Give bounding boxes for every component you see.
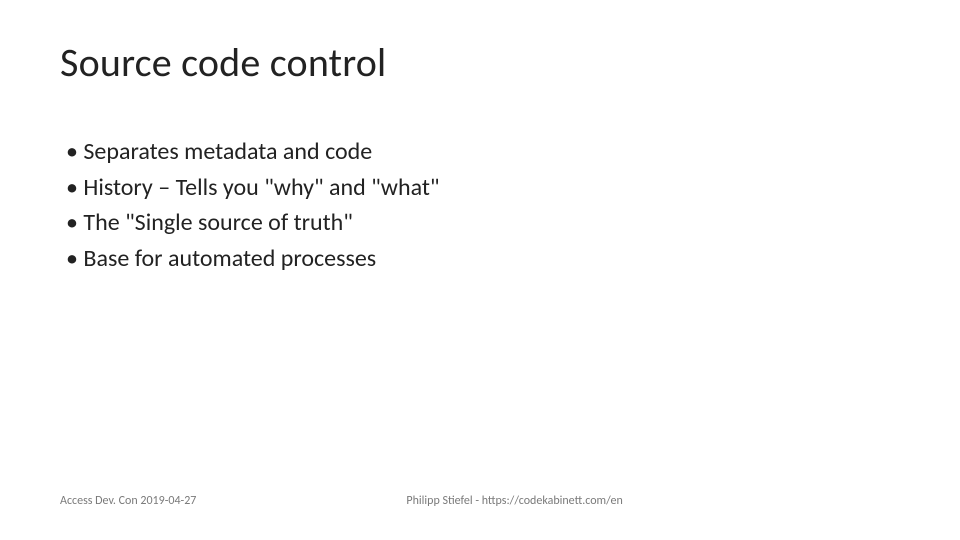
bullet-item: Separates metadata and code <box>66 135 900 169</box>
footer-right: Philipp Stiefel - https://codekabinett.c… <box>406 494 622 508</box>
slide: Source code control Separates metadata a… <box>0 0 960 540</box>
footer-left: Access Dev. Con 2019-04-27 <box>60 494 196 508</box>
footer: Access Dev. Con 2019-04-27 Philipp Stief… <box>60 494 900 508</box>
bullet-item: History – Tells you "why" and "what" <box>66 171 900 205</box>
slide-title: Source code control <box>60 38 900 87</box>
bullet-item: The "Single source of truth" <box>66 206 900 240</box>
bullet-item: Base for automated processes <box>66 242 900 276</box>
bullet-list: Separates metadata and code History – Te… <box>60 135 900 275</box>
